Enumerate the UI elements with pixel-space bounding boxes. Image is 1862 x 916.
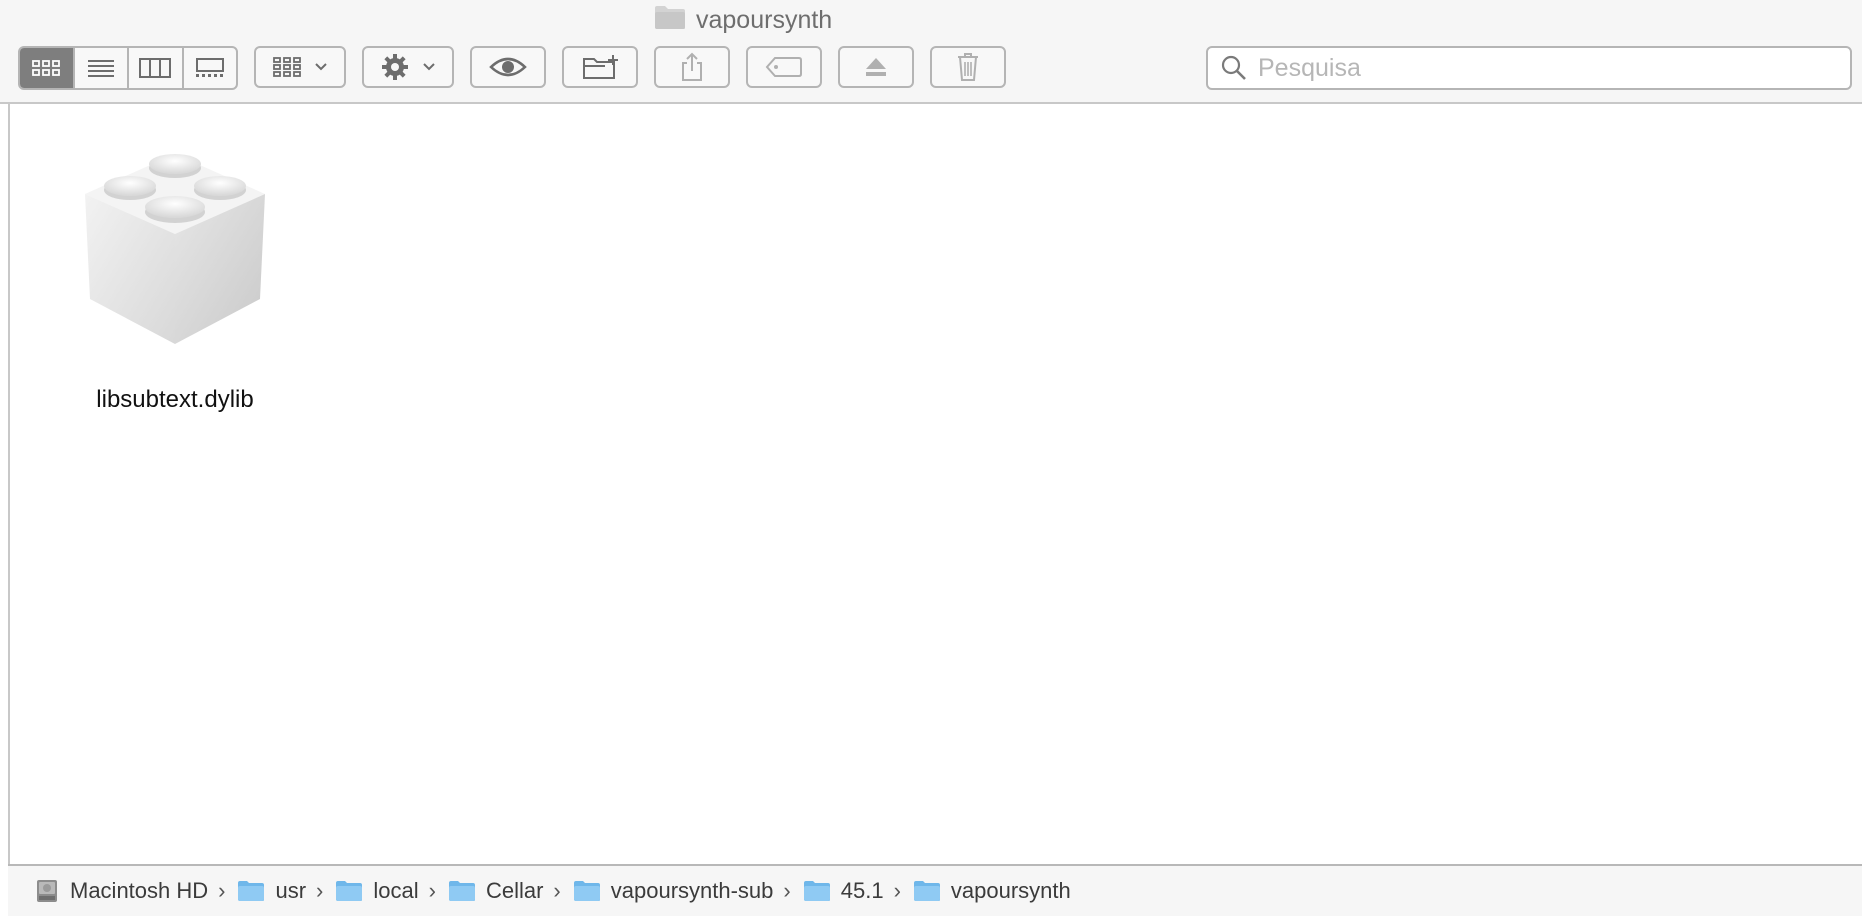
hard-drive-icon	[37, 880, 57, 902]
file-name: libsubtext.dylib	[96, 386, 254, 413]
column-view-icon	[139, 58, 172, 78]
path-item-label: usr	[275, 878, 307, 903]
window-title: vapoursynth	[696, 5, 833, 34]
dylib-icon	[85, 154, 265, 344]
toolbar: vapoursynth	[0, 0, 1862, 104]
path-item-version[interactable]: 45.1	[803, 878, 884, 904]
path-item-usr[interactable]: usr	[237, 878, 306, 904]
path-item-label: Cellar	[485, 878, 544, 903]
path-item-cellar[interactable]: Cellar	[448, 878, 543, 904]
path-item-label: 45.1	[840, 878, 884, 903]
action-button[interactable]	[362, 46, 454, 88]
gallery-view-button[interactable]	[184, 48, 237, 88]
folder-icon	[238, 881, 265, 901]
chevron-right-icon: ›	[218, 878, 226, 903]
chevron-right-icon: ›	[428, 878, 436, 903]
gallery-view-icon	[195, 58, 224, 77]
icon-view-button[interactable]	[20, 48, 75, 88]
list-view-icon	[87, 60, 114, 77]
folder-icon	[448, 881, 475, 901]
eject-button[interactable]	[838, 46, 914, 88]
folder-icon	[913, 881, 940, 901]
search-icon	[1221, 55, 1246, 80]
chevron-right-icon: ›	[553, 878, 561, 903]
chevron-right-icon: ›	[783, 878, 791, 903]
file-browser-content: libsubtext.dylib	[10, 104, 1862, 864]
search-field[interactable]	[1206, 46, 1852, 90]
file-item[interactable]: libsubtext.dylib	[50, 134, 300, 454]
quick-look-button[interactable]	[470, 46, 546, 88]
window-title-area: vapoursynth	[654, 4, 832, 36]
folder-icon	[803, 881, 830, 901]
gear-icon	[382, 54, 408, 80]
icon-view-icon	[32, 60, 61, 76]
path-bar: Macintosh HD › usr › local › Cellar › va…	[8, 864, 1862, 916]
new-folder-button[interactable]	[562, 46, 638, 88]
path-item-macintosh-hd[interactable]: Macintosh HD	[34, 878, 208, 904]
tag-icon	[765, 57, 802, 77]
share-icon	[682, 52, 702, 81]
search-input[interactable]	[1256, 52, 1840, 84]
chevron-down-icon	[315, 63, 327, 71]
new-folder-icon	[583, 55, 618, 79]
trash-button[interactable]	[930, 46, 1006, 88]
path-item-vapoursynth-sub[interactable]: vapoursynth-sub	[573, 878, 774, 904]
title-folder-icon	[654, 4, 686, 37]
path-item-local[interactable]: local	[335, 878, 419, 904]
folder-icon	[336, 881, 363, 901]
path-item-label: vapoursynth-sub	[610, 878, 774, 903]
view-mode-selector	[18, 46, 238, 90]
list-view-button[interactable]	[75, 48, 129, 88]
chevron-down-icon	[423, 63, 435, 71]
path-item-label: Macintosh HD	[70, 878, 209, 903]
path-item-label: vapoursynth	[950, 878, 1071, 903]
path-item-label: local	[373, 878, 419, 903]
group-by-icon	[273, 57, 301, 77]
eject-icon	[866, 58, 886, 76]
chevron-right-icon: ›	[316, 878, 324, 903]
group-by-button[interactable]	[254, 46, 346, 88]
share-button[interactable]	[654, 46, 730, 88]
tags-button[interactable]	[746, 46, 822, 88]
folder-icon	[573, 881, 600, 901]
eye-icon	[489, 57, 527, 77]
trash-icon	[958, 53, 978, 81]
chevron-right-icon: ›	[893, 878, 901, 903]
path-item-vapoursynth[interactable]: vapoursynth	[913, 878, 1071, 904]
column-view-button[interactable]	[129, 48, 184, 88]
